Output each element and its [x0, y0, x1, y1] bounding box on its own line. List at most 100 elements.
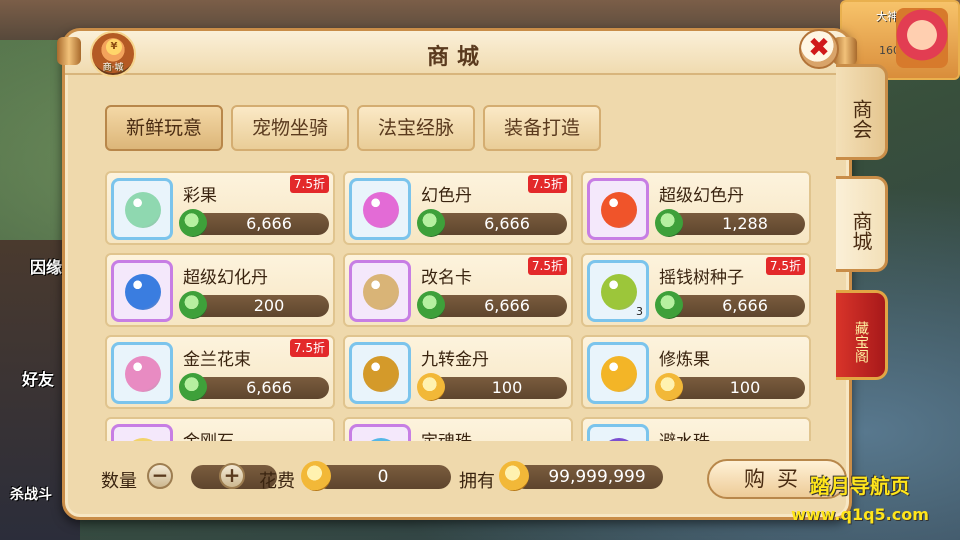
- dialog-title: 商城: [426, 45, 487, 70]
- discount-badge: 7.5折: [527, 257, 567, 275]
- discount-badge: 7.5折: [527, 175, 567, 193]
- gold-coin-icon: [655, 373, 683, 401]
- player-avatar[interactable]: [896, 8, 948, 68]
- item-card[interactable]: 彩果 7.5折 6,666: [105, 171, 335, 245]
- item-quantity: 3: [636, 305, 643, 318]
- item-gem-icon: [125, 356, 161, 392]
- shop-badge-icon: ¥ 商·城: [90, 31, 136, 77]
- player-name: 大神: [876, 10, 898, 23]
- item-icon: [111, 424, 173, 441]
- item-gem-icon: [125, 192, 161, 228]
- item-card[interactable]: 3 摇钱树种子 7.5折 6,666: [581, 253, 811, 327]
- bg-label-battle: 杀战斗: [10, 487, 52, 503]
- item-icon: [587, 178, 649, 240]
- gold-coin-icon: [417, 373, 445, 401]
- item-gem-icon: [363, 356, 399, 392]
- items-scroll-area[interactable]: 彩果 7.5折 6,666 幻色丹 7.5折 6,666 超级幻色丹 1,288 超级幻化丹 20…: [105, 171, 811, 441]
- quantity-label: 数量: [101, 471, 137, 492]
- gold-coin-icon-owned: [499, 461, 529, 491]
- side-tab-guild-shop[interactable]: 商会: [836, 64, 888, 160]
- item-card[interactable]: 九转金丹 100: [343, 335, 573, 409]
- watermark-url: www.q1q5.com: [791, 505, 929, 524]
- item-card[interactable]: 幻色丹 7.5折 6,666: [343, 171, 573, 245]
- item-card[interactable]: 超级幻色丹 1,288: [581, 171, 811, 245]
- item-gem-icon: [125, 438, 161, 441]
- item-gem-icon: [601, 438, 637, 441]
- jade-coin-icon: [179, 209, 207, 237]
- watermark-title: 踏月导航页: [810, 474, 910, 498]
- bg-label-friends[interactable]: 好友: [22, 366, 54, 390]
- item-name: 金兰花束: [183, 350, 251, 370]
- shop-dialog: 商城 ¥ 商·城 ✖ 新鲜玩意 宠物坐骑 法宝经脉 装备打造 彩果 7.5折 6,6…: [57, 28, 857, 520]
- tab-equipment-forging[interactable]: 装备打造: [483, 105, 601, 151]
- side-tab-treasure-pavilion[interactable]: 藏宝阁: [836, 290, 888, 380]
- tab-treasures-meridians[interactable]: 法宝经脉: [357, 105, 475, 151]
- owned-label: 拥有: [459, 471, 495, 492]
- discount-badge: 7.5折: [765, 257, 805, 275]
- item-price: 6,666: [425, 213, 567, 235]
- side-tab-mall[interactable]: 商城: [836, 176, 888, 272]
- item-name: 九转金丹: [421, 350, 489, 370]
- item-card[interactable]: 超级幻化丹 200: [105, 253, 335, 327]
- cost-value: 0: [315, 465, 451, 489]
- watermark: 踏月导航页 www.q1q5.com: [760, 470, 960, 524]
- item-card[interactable]: 修炼果 100: [581, 335, 811, 409]
- item-name: 幻色丹: [421, 186, 472, 206]
- item-icon: [587, 424, 649, 441]
- item-icon: [349, 342, 411, 404]
- jade-coin-icon: [179, 291, 207, 319]
- item-price: 200: [187, 295, 329, 317]
- close-button[interactable]: ✖: [799, 29, 839, 69]
- item-gem-icon: [363, 192, 399, 228]
- item-gem-icon: [363, 438, 399, 441]
- item-card[interactable]: 避水珠: [581, 417, 811, 441]
- item-icon: [349, 260, 411, 322]
- gold-coin-icon: [301, 461, 331, 491]
- coin-icon: ¥: [106, 39, 122, 55]
- item-gem-icon: [601, 192, 637, 228]
- item-price: 6,666: [187, 377, 329, 399]
- category-tabs: 新鲜玩意 宠物坐骑 法宝经脉 装备打造: [105, 105, 601, 151]
- item-icon: [111, 342, 173, 404]
- item-icon: [111, 178, 173, 240]
- tab-new-items[interactable]: 新鲜玩意: [105, 105, 223, 151]
- item-gem-icon: [601, 356, 637, 392]
- jade-coin-icon: [417, 209, 445, 237]
- item-price: 1,288: [663, 213, 805, 235]
- cost-label: 花费: [259, 471, 295, 492]
- shop-badge-label: 商·城: [102, 63, 124, 73]
- jade-coin-icon: [655, 291, 683, 319]
- item-card[interactable]: 定魂珠: [343, 417, 573, 441]
- item-card[interactable]: 金兰花束 7.5折 6,666: [105, 335, 335, 409]
- jade-coin-icon: [179, 373, 207, 401]
- item-gem-icon: [125, 274, 161, 310]
- plus-button[interactable]: +: [219, 463, 245, 489]
- item-price: 6,666: [663, 295, 805, 317]
- item-name: 修炼果: [659, 350, 710, 370]
- item-icon: [349, 178, 411, 240]
- item-price: 100: [425, 377, 567, 399]
- item-icon: [111, 260, 173, 322]
- item-name: 超级幻化丹: [183, 268, 268, 288]
- jade-coin-icon: [655, 209, 683, 237]
- item-name: 超级幻色丹: [659, 186, 744, 206]
- jade-coin-icon: [417, 291, 445, 319]
- bg-label-yinyuan[interactable]: 因缘: [30, 254, 62, 278]
- item-card[interactable]: 金刚石: [105, 417, 335, 441]
- item-price: 6,666: [425, 295, 567, 317]
- item-gem-icon: [601, 274, 637, 310]
- item-icon: 3: [587, 260, 649, 322]
- item-card[interactable]: 改名卡 7.5折 6,666: [343, 253, 573, 327]
- item-gem-icon: [363, 274, 399, 310]
- discount-badge: 7.5折: [289, 339, 329, 357]
- minus-button[interactable]: −: [147, 463, 173, 489]
- item-icon: [587, 342, 649, 404]
- item-name: 改名卡: [421, 268, 472, 288]
- tab-pets-mounts[interactable]: 宠物坐骑: [231, 105, 349, 151]
- item-name: 金刚石: [183, 427, 234, 441]
- discount-badge: 7.5折: [289, 175, 329, 193]
- dialog-title-bar: 商城: [57, 31, 857, 75]
- items-grid: 彩果 7.5折 6,666 幻色丹 7.5折 6,666 超级幻色丹 1,288 超级幻化丹 20…: [105, 171, 811, 441]
- owned-value: 99,999,999: [513, 465, 663, 489]
- item-price: 100: [663, 377, 805, 399]
